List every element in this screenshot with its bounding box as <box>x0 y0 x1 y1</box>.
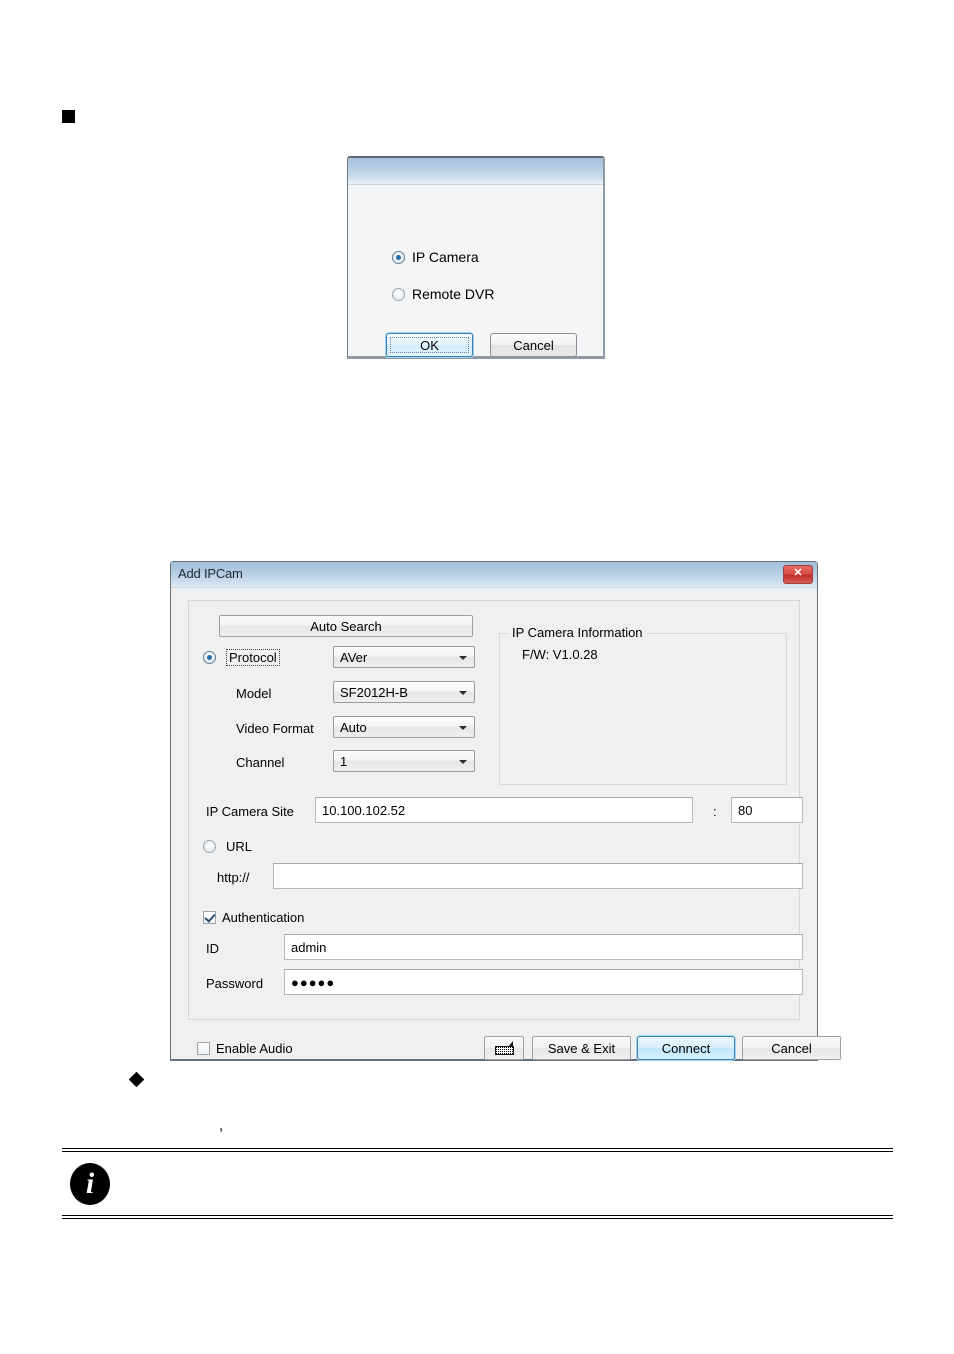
ipcam-titlebar[interactable]: Add IPCam ✕ <box>171 562 817 588</box>
diamond-bullet <box>128 1071 145 1088</box>
firmware-version: F/W: V1.0.28 <box>522 647 598 662</box>
port-value: 80 <box>738 802 753 818</box>
port-separator: : <box>713 804 717 819</box>
dialog-cancel-button[interactable]: Cancel <box>742 1036 841 1060</box>
enable-audio-label: Enable Audio <box>216 1041 293 1056</box>
ok-button-focus-outline <box>390 337 469 353</box>
port-input[interactable]: 80 <box>731 797 803 823</box>
ok-button[interactable]: OK <box>386 333 473 357</box>
chevron-down-icon <box>459 656 467 660</box>
ip-camera-information-group: IP Camera Information F/W: V1.0.28 <box>499 625 787 785</box>
chevron-down-icon <box>459 760 467 764</box>
url-input[interactable] <box>273 863 803 889</box>
video-format-label: Video Format <box>236 721 314 736</box>
ip-camera-information-title: IP Camera Information <box>508 625 647 640</box>
password-label: Password <box>206 976 264 991</box>
info-icon: i <box>70 1163 110 1205</box>
authentication-label: Authentication <box>222 910 305 925</box>
enable-audio-checkbox[interactable]: Enable Audio <box>197 1041 293 1056</box>
http-scheme-label: http:// <box>217 870 250 885</box>
authentication-checkbox[interactable]: Authentication <box>203 910 304 925</box>
connect-button[interactable]: Connect <box>637 1036 735 1060</box>
password-value: ●●●●● <box>291 974 336 990</box>
cancel-button-label: Cancel <box>513 337 554 353</box>
chevron-down-icon <box>459 726 467 730</box>
auto-search-label: Auto Search <box>310 618 382 634</box>
save-and-exit-button[interactable]: Save & Exit <box>532 1036 631 1060</box>
horizontal-rule-bottom <box>62 1215 893 1219</box>
ipcam-content: Auto Search Protocol AVer Model SF2012H-… <box>171 588 841 1060</box>
radio-url[interactable]: URL <box>203 839 252 854</box>
protocol-select[interactable]: AVer <box>333 646 475 668</box>
radio-ip-camera[interactable]: IP Camera <box>392 249 479 265</box>
enable-audio-checkbox-indicator <box>197 1042 210 1055</box>
radio-url-indicator <box>203 840 216 853</box>
save-and-exit-label: Save & Exit <box>547 1040 616 1056</box>
connect-label: Connect <box>661 1040 711 1056</box>
protocol-value: AVer <box>340 649 368 665</box>
radio-protocol-indicator <box>203 651 216 664</box>
authentication-checkbox-indicator <box>203 911 216 924</box>
ipcam-window-title: Add IPCam <box>178 566 243 581</box>
camera-type-dialog: IP Camera Remote DVR OK Cancel <box>347 156 605 359</box>
id-input[interactable]: admin <box>284 934 803 960</box>
radio-remote-dvr[interactable]: Remote DVR <box>392 286 494 302</box>
stray-comma: , <box>219 1117 224 1134</box>
id-value: admin <box>291 939 327 955</box>
square-bullet <box>62 110 75 123</box>
chevron-down-icon <box>459 691 467 695</box>
dialog-button-bar: Enable Audio Save & Exit Connect Cancel <box>188 1028 841 1072</box>
video-format-value: Auto <box>340 719 367 735</box>
keyboard-icon-button[interactable] <box>484 1036 524 1060</box>
type-dialog-body: IP Camera Remote DVR OK Cancel <box>348 185 603 357</box>
ipcam-form-panel: Auto Search Protocol AVer Model SF2012H-… <box>188 600 803 1020</box>
radio-ip-camera-indicator <box>392 250 405 264</box>
id-label: ID <box>206 941 219 956</box>
radio-remote-dvr-indicator <box>392 287 405 301</box>
radio-url-label: URL <box>226 839 253 854</box>
channel-label: Channel <box>236 755 285 770</box>
horizontal-rule-top <box>62 1148 893 1152</box>
cancel-button[interactable]: Cancel <box>490 333 577 357</box>
model-label: Model <box>236 686 272 701</box>
channel-value: 1 <box>340 753 348 769</box>
radio-protocol-label: Protocol <box>226 649 280 666</box>
keyboard-icon <box>494 1040 514 1055</box>
channel-select[interactable]: 1 <box>333 750 475 772</box>
ip-camera-site-value: 10.100.102.52 <box>322 802 406 818</box>
ip-camera-site-label: IP Camera Site <box>206 804 294 819</box>
video-format-select[interactable]: Auto <box>333 716 475 738</box>
close-icon[interactable]: ✕ <box>783 565 813 584</box>
auto-search-button[interactable]: Auto Search <box>219 615 473 637</box>
ip-camera-site-input[interactable]: 10.100.102.52 <box>315 797 693 823</box>
model-value: SF2012H-B <box>340 684 408 700</box>
password-input[interactable]: ●●●●● <box>284 969 803 995</box>
radio-ip-camera-label: IP Camera <box>412 249 479 265</box>
radio-protocol[interactable]: Protocol <box>203 649 280 666</box>
type-dialog-titlebar[interactable] <box>348 158 603 185</box>
add-ipcam-dialog: Add IPCam ✕ Auto Search Protocol AVer Mo… <box>170 561 841 1061</box>
model-select[interactable]: SF2012H-B <box>333 681 475 703</box>
dialog-cancel-label: Cancel <box>771 1040 812 1056</box>
radio-remote-dvr-label: Remote DVR <box>412 286 495 302</box>
